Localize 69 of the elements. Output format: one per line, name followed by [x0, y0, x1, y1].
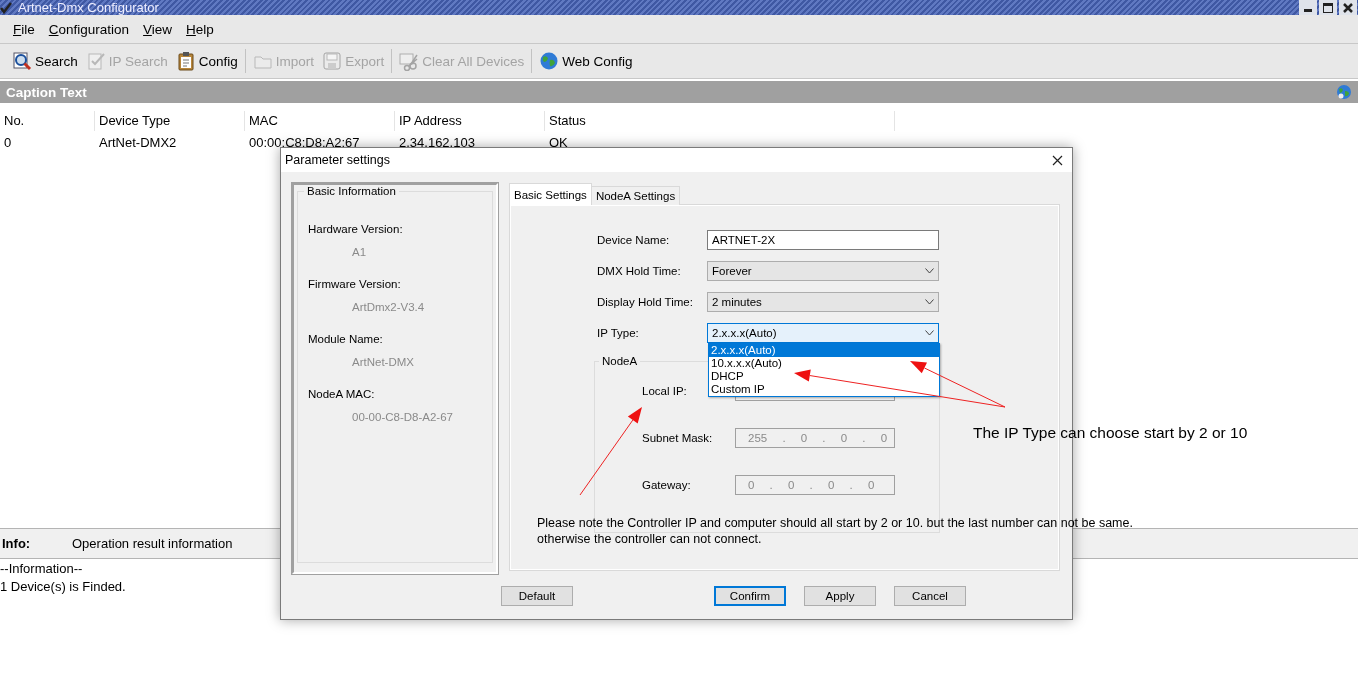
column-header[interactable]: IP Address — [395, 111, 545, 131]
window-title: Artnet-Dmx Configurator — [18, 0, 159, 15]
config-button[interactable]: Config — [171, 47, 242, 75]
chevron-icon — [925, 299, 934, 305]
dialog-button[interactable]: Confirm — [714, 586, 786, 606]
caption-title: Caption Text — [6, 84, 88, 100]
dialog-button[interactable]: Cancel — [894, 586, 966, 606]
table-cell-text: 0 — [3, 134, 13, 152]
table-cell-text: 2.34.162.103 — [398, 134, 476, 152]
group-title: NodeA — [601, 355, 639, 367]
field-value: A1 — [352, 246, 367, 258]
web-config-button[interactable]: Web Config — [535, 47, 637, 75]
column-header[interactable]: Status — [545, 111, 895, 131]
menu-item[interactable]: View — [136, 21, 180, 37]
menu-item[interactable]: File — [6, 21, 42, 37]
dropdown[interactable]: Forever — [707, 261, 939, 281]
field-label: Firmware Version: — [308, 278, 402, 292]
chevron-icon — [925, 330, 934, 336]
menu-item[interactable]: Help — [179, 21, 221, 37]
maximize-icon — [1322, 1, 1334, 14]
field-label: DMX Hold Time: — [597, 265, 681, 277]
dropdown[interactable]: 2 minutes — [707, 292, 939, 312]
field-label: IP Type: — [597, 327, 639, 339]
dropdown-option[interactable]: 10.x.x.x(Auto) — [709, 357, 939, 370]
globe-icon — [1336, 84, 1352, 100]
field-label: Gateway: — [642, 479, 691, 491]
field-label: Display Hold Time: — [597, 296, 693, 308]
dropdown-option[interactable]: 2.x.x.x(Auto) — [709, 344, 939, 357]
check-icon — [0, 1, 12, 14]
group-title: Basic Information — [306, 185, 397, 197]
column-header[interactable]: Device Type — [95, 111, 245, 131]
chevron-icon — [925, 268, 934, 274]
dialog-button[interactable]: Apply — [804, 586, 876, 606]
table-cell-text: 00:00:C8:D8:A2:67 — [248, 134, 361, 152]
scissors-icon — [399, 51, 420, 71]
field-label: NodeA MAC: — [308, 388, 376, 402]
info-text: Operation result information — [72, 536, 233, 551]
search-button[interactable]: Search — [8, 47, 82, 75]
maximize-button[interactable] — [1319, 0, 1337, 15]
text-field[interactable]: ARTNET-2X — [707, 230, 939, 250]
info-label: Info: — [2, 536, 32, 551]
field-label: Module Name: — [308, 333, 384, 347]
dropdown-option[interactable]: Custom IP — [709, 383, 939, 396]
tab[interactable]: Basic Settings — [509, 183, 592, 205]
field-label: Device Name: — [597, 234, 670, 246]
field-label: Local IP: — [642, 385, 687, 397]
close-button[interactable] — [1339, 0, 1357, 15]
field-label: Hardware Version: — [308, 223, 404, 237]
column-header[interactable]: No. — [0, 111, 95, 131]
note-text: Please note the Controller IP and computer should all start by 2 or 10. but the last number can not be same. — [537, 515, 1133, 531]
table-cell-text: OK — [548, 134, 569, 152]
minimize-button[interactable] — [1299, 0, 1317, 15]
field-label: Subnet Mask: — [642, 432, 713, 444]
tab[interactable]: NodeA Settings — [590, 186, 681, 205]
dialog-button[interactable]: Default — [501, 586, 573, 606]
table-cell-text: ArtNet-DMX2 — [98, 134, 178, 152]
dialog-title: Parameter settings — [285, 153, 391, 167]
dropdown-option[interactable]: DHCP — [709, 370, 939, 383]
callout-text: The IP Type can choose start by 2 or 10 — [973, 424, 1248, 442]
menu-item[interactable]: Configuration — [41, 21, 137, 37]
close-icon — [1051, 154, 1063, 166]
column-header[interactable]: MAC — [245, 111, 395, 131]
magnifier-icon — [12, 51, 32, 71]
clipboard-icon — [175, 51, 196, 71]
close-icon — [1342, 1, 1354, 14]
log-line: --Information-- — [0, 560, 84, 578]
minimize-icon — [1304, 9, 1312, 12]
note-text: otherwise the controller can not connect. — [537, 531, 763, 547]
globe-icon — [539, 51, 560, 71]
